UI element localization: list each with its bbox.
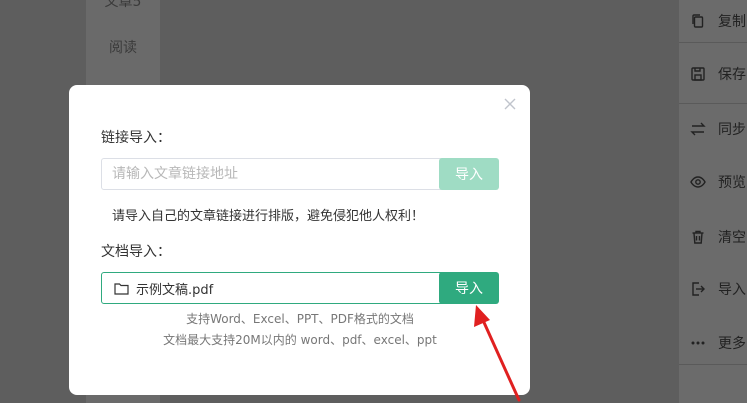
close-icon[interactable] xyxy=(502,96,518,112)
save-icon xyxy=(691,67,705,81)
toolbar-divider xyxy=(679,364,747,365)
toolbar-sync-label: 同步 xyxy=(718,122,746,138)
copyright-notice: 请导入自己的文章链接进行排版，避免侵犯他人权利！ xyxy=(112,209,425,224)
toolbar-clear[interactable]: 清空 xyxy=(690,227,746,247)
toolbar-more[interactable]: 更多 xyxy=(690,333,746,353)
article-link-input[interactable] xyxy=(101,158,455,190)
link-import-label: 链接导入： xyxy=(101,130,171,146)
toolbar-copy-label: 复制 xyxy=(718,14,746,30)
toolbar-save[interactable]: 保存 xyxy=(690,64,746,84)
sync-icon xyxy=(690,122,706,136)
format-hint: 支持Word、Excel、PPT、PDF格式的文档 xyxy=(186,312,414,326)
size-hint: 文档最大支持20M以内的 word、pdf、excel、ppt xyxy=(163,333,437,347)
doc-import-label: 文档导入： xyxy=(101,244,171,260)
toolbar-import[interactable]: 导入 xyxy=(690,279,746,299)
toolbar-divider xyxy=(679,103,747,104)
folder-icon xyxy=(114,282,129,295)
import-icon xyxy=(692,282,705,296)
toolbar-save-label: 保存 xyxy=(718,67,746,83)
import-dialog: 链接导入： 导入 请导入自己的文章链接进行排版，避免侵犯他人权利！ 文档导入： … xyxy=(69,85,530,395)
file-select-field[interactable]: 示例文稿.pdf xyxy=(101,272,447,304)
copy-icon xyxy=(692,14,704,28)
toolbar-more-label: 更多 xyxy=(718,336,746,352)
trash-icon xyxy=(692,230,704,244)
toolbar-clear-label: 清空 xyxy=(718,230,746,246)
toolbar-import-label: 导入 xyxy=(718,282,746,298)
toolbar-preview-label: 预览 xyxy=(718,175,746,191)
toolbar-preview[interactable]: 预览 xyxy=(690,172,746,192)
left-menu-item-article[interactable]: 文章5 xyxy=(86,0,160,11)
more-icon xyxy=(691,341,705,345)
toolbar-sync[interactable]: 同步 xyxy=(690,119,746,139)
file-name: 示例文稿.pdf xyxy=(136,282,214,298)
toolbar-divider xyxy=(679,42,747,43)
left-menu-item-read[interactable]: 阅读 xyxy=(86,37,160,57)
eye-icon xyxy=(690,176,706,188)
link-import-button[interactable]: 导入 xyxy=(439,158,499,190)
toolbar-copy[interactable]: 复制 xyxy=(690,11,746,31)
doc-import-button[interactable]: 导入 xyxy=(439,272,499,304)
